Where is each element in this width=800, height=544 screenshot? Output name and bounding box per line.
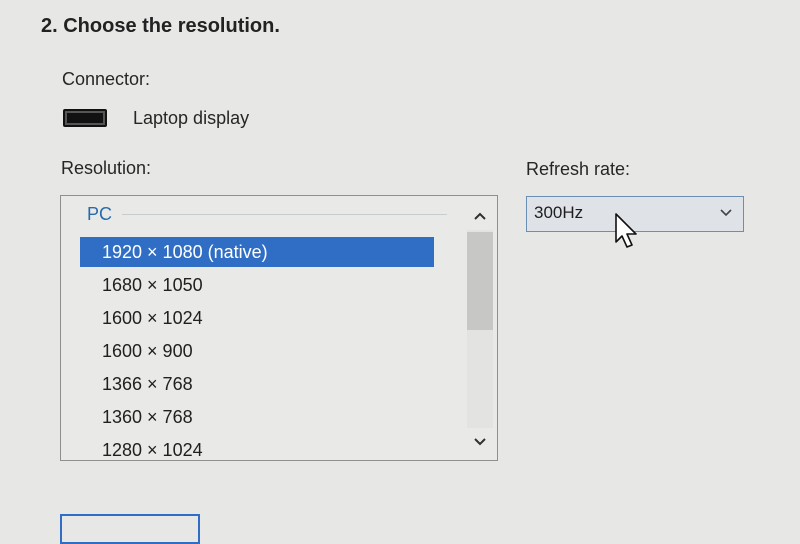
- group-divider: [122, 214, 447, 215]
- connector-label: Connector:: [62, 69, 151, 89]
- resolution-label: Resolution:: [61, 158, 152, 178]
- resolution-item-1280x1024[interactable]: 1280 × 1024: [80, 435, 434, 460]
- group-label: PC: [87, 204, 113, 224]
- resolution-item-1920x1080[interactable]: 1920 × 1080 (native): [80, 237, 434, 267]
- resolution-item-1600x1024[interactable]: 1600 × 1024: [80, 303, 434, 333]
- resolution-item-1360x768[interactable]: 1360 × 768: [80, 402, 434, 432]
- refresh-rate-value: 300Hz: [534, 203, 584, 222]
- action-button[interactable]: [60, 514, 200, 544]
- connector-row: Laptop display: [63, 104, 249, 132]
- step-title: 2. Choose the resolution.: [41, 15, 280, 37]
- scroll-down-icon[interactable]: [467, 428, 493, 456]
- resolution-item-1600x900[interactable]: 1600 × 900: [80, 336, 434, 366]
- resolution-item-1366x768[interactable]: 1366 × 768: [80, 369, 434, 399]
- scroll-up-icon[interactable]: [467, 202, 493, 230]
- display-connector-icon: [63, 109, 107, 127]
- resolution-list[interactable]: PC 1920 × 1080 (native) 1680 × 1050 1600…: [60, 195, 498, 461]
- scrollbar-thumb[interactable]: [467, 232, 493, 330]
- chevron-down-icon[interactable]: [719, 206, 733, 220]
- resolution-item-1680x1050[interactable]: 1680 × 1050: [80, 270, 434, 300]
- refresh-rate-label: Refresh rate:: [526, 159, 631, 179]
- mouse-cursor-icon: [612, 212, 640, 252]
- group-header: PC: [87, 204, 447, 225]
- connector-value: Laptop display: [133, 107, 250, 128]
